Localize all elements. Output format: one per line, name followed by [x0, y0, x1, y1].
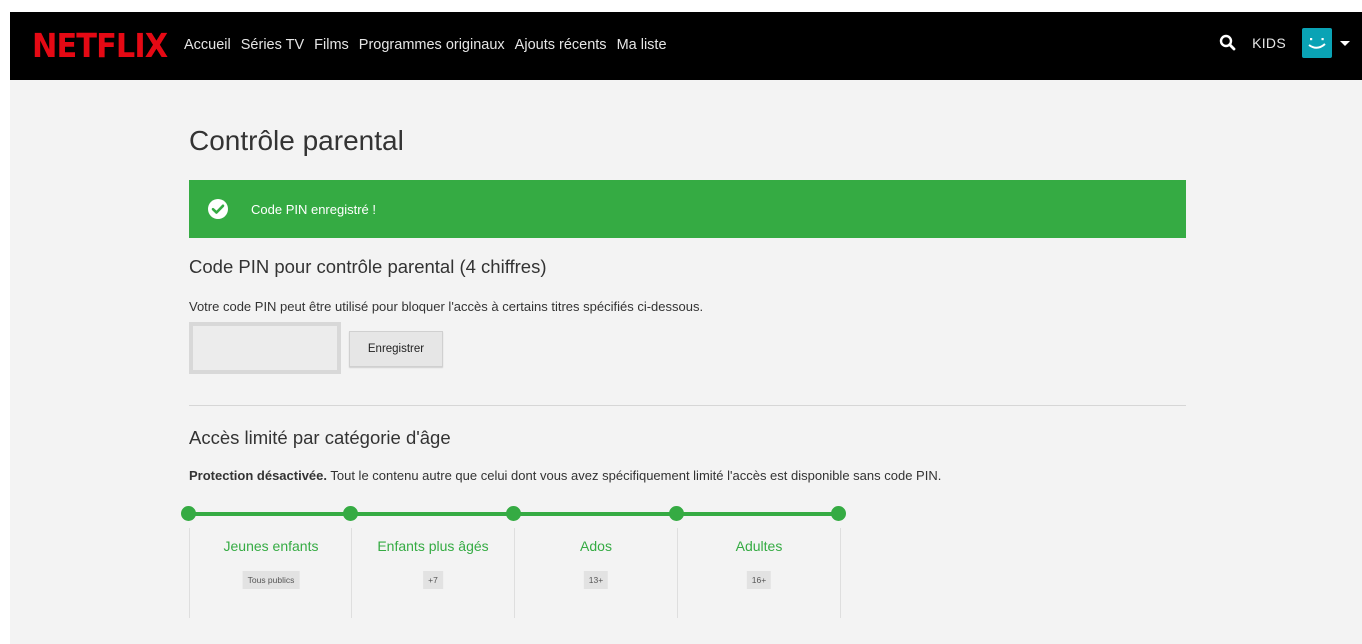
save-button[interactable]: Enregistrer — [349, 331, 443, 367]
smiley-icon — [1308, 38, 1326, 49]
success-banner: Code PIN enregistré ! — [189, 180, 1186, 238]
netflix-logo[interactable]: NETFLIX — [32, 26, 168, 65]
nav-ma-liste[interactable]: Ma liste — [617, 37, 667, 53]
age-categories: Jeunes enfants Tous publics Enfants plus… — [189, 528, 841, 618]
category-name: Ados — [580, 538, 612, 554]
age-section-title: Accès limité par catégorie d'âge — [189, 427, 451, 448]
secondary-nav: KIDS — [1218, 28, 1350, 58]
pin-section-title: Code PIN pour contrôle parental (4 chiff… — [189, 256, 547, 277]
app-window: NETFLIX Accueil Séries TV Films Programm… — [10, 12, 1362, 644]
category-name: Enfants plus âgés — [377, 538, 489, 554]
age-category[interactable]: Adultes 16+ — [677, 528, 841, 618]
protection-status-text: Tout le contenu autre que celui dont vou… — [327, 468, 942, 483]
search-icon[interactable] — [1218, 33, 1238, 53]
rating-badge: +7 — [423, 571, 443, 589]
protection-status-label: Protection désactivée. — [189, 468, 327, 483]
rating-badge: 16+ — [746, 571, 772, 589]
slider-stop-jeunes-enfants[interactable] — [181, 506, 196, 521]
slider-handle[interactable] — [831, 506, 846, 521]
slider-stop-ados[interactable] — [506, 506, 521, 521]
pin-input[interactable] — [189, 322, 341, 374]
top-navigation-bar: NETFLIX Accueil Séries TV Films Programm… — [10, 12, 1362, 80]
rating-badge: Tous publics — [242, 571, 300, 589]
category-name: Jeunes enfants — [223, 538, 319, 554]
rating-badge: 13+ — [583, 571, 609, 589]
kids-link[interactable]: KIDS — [1252, 35, 1286, 51]
check-circle-icon — [208, 199, 228, 219]
category-name: Adultes — [735, 538, 783, 554]
nav-accueil[interactable]: Accueil — [184, 37, 231, 53]
age-category[interactable]: Jeunes enfants Tous publics — [189, 528, 352, 618]
profile-avatar[interactable] — [1302, 28, 1332, 58]
slider-stop-enfants-plus-ages[interactable] — [343, 506, 358, 521]
nav-films[interactable]: Films — [314, 37, 349, 53]
nav-ajouts-recents[interactable]: Ajouts récents — [515, 37, 607, 53]
nav-series-tv[interactable]: Séries TV — [241, 37, 304, 53]
pin-section-description: Votre code PIN peut être utilisé pour bl… — [189, 299, 704, 314]
age-category[interactable]: Enfants plus âgés +7 — [351, 528, 514, 618]
page-title: Contrôle parental — [189, 125, 404, 156]
age-category[interactable]: Ados 13+ — [514, 528, 677, 618]
banner-message: Code PIN enregistré ! — [251, 202, 377, 217]
age-protection-status: Protection désactivée. Tout le contenu a… — [189, 468, 941, 483]
section-divider — [189, 405, 1186, 406]
nav-programmes-originaux[interactable]: Programmes originaux — [359, 37, 505, 53]
age-slider[interactable] — [181, 506, 853, 522]
main-nav: Accueil Séries TV Films Programmes origi… — [184, 37, 677, 53]
slider-stop-adultes[interactable] — [669, 506, 684, 521]
chevron-down-icon[interactable] — [1340, 40, 1350, 46]
